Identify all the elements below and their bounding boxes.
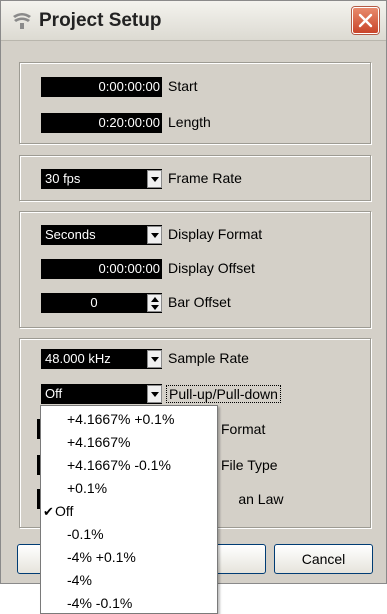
pullup-menu: +4.1667% +0.1% +4.1667% +4.1667% -0.1% +… — [40, 405, 218, 614]
pullup-label: Pull-up/Pull-down — [166, 385, 281, 403]
menu-item-label: Off — [55, 503, 74, 519]
pullup-value: Off — [45, 386, 63, 401]
chevron-down-icon — [151, 233, 159, 238]
menu-item-label: +4.1667% -0.1% — [67, 457, 171, 473]
chevron-down-icon[interactable] — [151, 305, 159, 310]
start-field[interactable]: 0:00:00:00 — [41, 77, 162, 97]
frame-rate-dropdown[interactable]: 30 fps — [41, 169, 162, 189]
window-title: Project Setup — [39, 10, 162, 31]
display-format-value: Seconds — [45, 227, 96, 242]
checkmark-icon: ✔ — [43, 504, 54, 519]
length-field[interactable]: 0:20:00:00 — [41, 113, 162, 133]
display-offset-field[interactable]: 0:00:00:00 — [41, 259, 162, 279]
record-file-type-label: File Type — [221, 457, 278, 473]
close-icon — [358, 13, 373, 28]
display-format-arrow[interactable] — [147, 226, 162, 244]
app-icon — [13, 13, 31, 29]
chevron-down-icon — [151, 392, 159, 397]
display-offset-label: Display Offset — [168, 260, 255, 276]
bar-offset-label: Bar Offset — [168, 294, 231, 310]
frame-rate-label: Frame Rate — [168, 170, 242, 186]
sample-rate-label: Sample Rate — [168, 350, 249, 366]
pullup-dropdown[interactable]: Off — [41, 384, 162, 404]
chevron-up-icon[interactable] — [151, 297, 159, 302]
bar-offset-stepper[interactable] — [147, 294, 162, 312]
menu-item-plus4-1667-minus0-1[interactable]: +4.1667% -0.1% — [41, 454, 217, 477]
sample-rate-arrow[interactable] — [147, 350, 162, 368]
sample-rate-value: 48.000 kHz — [45, 351, 111, 366]
menu-item-label: -4% — [67, 572, 92, 588]
menu-item-minus4[interactable]: -4% — [41, 569, 217, 592]
frame-rate-value: 30 fps — [45, 171, 81, 186]
menu-item-label: +4.1667% — [67, 434, 131, 450]
menu-item-plus4-1667[interactable]: +4.1667% — [41, 431, 217, 454]
chevron-down-icon — [151, 357, 159, 362]
menu-item-label: -4% +0.1% — [67, 549, 136, 565]
sample-rate-dropdown[interactable]: 48.000 kHz — [41, 349, 162, 369]
menu-item-label: -4% -0.1% — [67, 595, 133, 611]
display-format-dropdown[interactable]: Seconds — [41, 225, 162, 245]
title-bar[interactable]: Project Setup — [1, 1, 386, 41]
menu-item-label: -0.1% — [67, 526, 104, 542]
length-label: Length — [168, 114, 211, 130]
chevron-down-icon — [151, 177, 159, 182]
menu-item-label: +4.1667% +0.1% — [67, 411, 175, 427]
record-format-label: Format — [221, 421, 266, 437]
cancel-button[interactable]: Cancel — [274, 544, 373, 574]
menu-item-minus4-plus0-1[interactable]: -4% +0.1% — [41, 546, 217, 569]
bar-offset-value: 0 — [90, 295, 98, 310]
bar-offset-spinner[interactable]: 0 — [41, 293, 162, 313]
menu-item-label: +0.1% — [67, 480, 108, 496]
menu-item-plus0-1[interactable]: +0.1% — [41, 477, 217, 500]
close-button[interactable] — [352, 7, 379, 34]
display-format-label: Display Format — [168, 226, 263, 242]
menu-item-minus0-1[interactable]: -0.1% — [41, 523, 217, 546]
pullup-arrow[interactable] — [147, 385, 162, 403]
menu-item-minus4-minus0-1[interactable]: -4% -0.1% — [41, 592, 217, 614]
menu-item-plus4-1667-plus0-1[interactable]: +4.1667% +0.1% — [41, 408, 217, 431]
frame-rate-arrow[interactable] — [147, 170, 162, 188]
start-label: Start — [168, 78, 198, 94]
menu-item-off[interactable]: ✔ Off — [41, 500, 217, 523]
